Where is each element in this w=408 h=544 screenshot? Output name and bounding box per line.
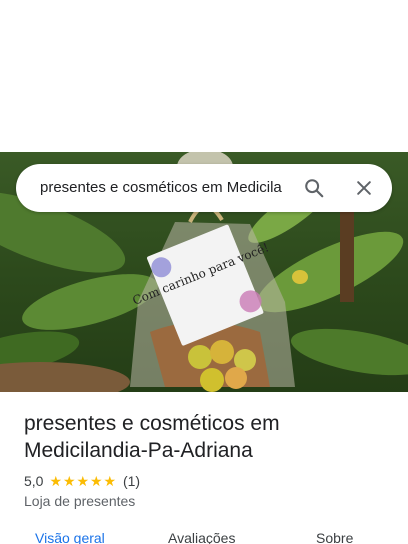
star-icon: ★ [89,473,103,489]
tab-overview[interactable]: Visão geral [35,530,105,544]
place-tabs: Visão geral Avaliações Sobre [0,530,408,544]
search-box[interactable] [16,164,392,212]
rating-row[interactable]: 5,0 ★ ★ ★ ★ ★ (1) [24,472,140,490]
star-icon: ★ [62,473,76,489]
search-input[interactable] [40,164,304,212]
rating-value: 5,0 [24,473,44,489]
review-count[interactable]: (1) [123,473,140,489]
star-icon: ★ [76,473,90,489]
star-icon: ★ [49,473,63,489]
place-title: presentes e cosméticos em Medicilandia-P… [24,412,280,462]
top-blank-area [0,0,408,152]
place-info-panel: presentes e cosméticos em Medicilandia-P… [0,392,408,544]
star-rating: ★ ★ ★ ★ ★ [49,474,117,488]
search-button[interactable] [300,174,328,202]
tab-reviews[interactable]: Avaliações [168,530,235,544]
tab-about[interactable]: Sobre [316,530,353,544]
search-icon [305,179,324,198]
clear-search-button[interactable] [350,174,378,202]
place-category[interactable]: Loja de presentes [24,493,135,509]
close-icon [357,181,371,195]
star-icon: ★ [103,473,117,489]
